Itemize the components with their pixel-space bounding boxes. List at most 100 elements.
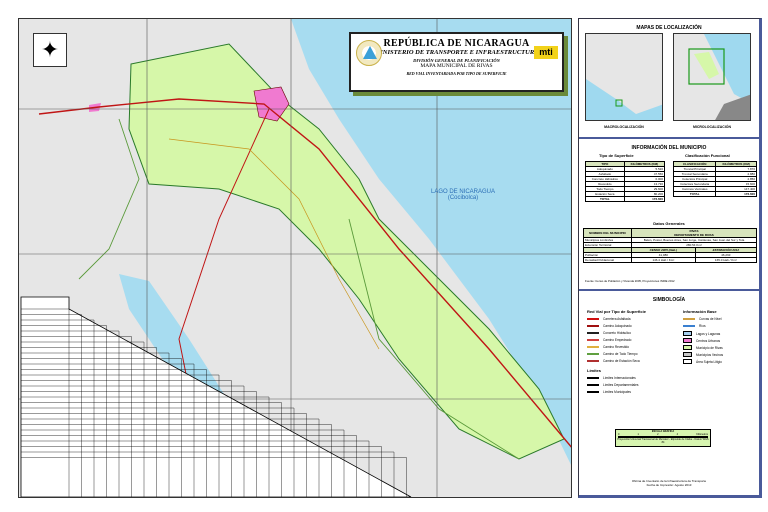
legend-label: Área Sujeta Litigio xyxy=(696,359,722,364)
legend-label: Municipio de Rivas xyxy=(696,345,723,350)
scale-unit: Kilómetros xyxy=(696,433,708,436)
line-swatch-icon xyxy=(587,339,599,341)
legend-item: Municipios Vecinos xyxy=(683,352,723,357)
municipal-map[interactable]: ✦ mti REPÚBLICA DE NICARAGUA MINISTERIO … xyxy=(18,18,572,498)
legend-label: Camino Empedrado xyxy=(603,338,632,342)
coat-of-arms-logo xyxy=(356,40,382,66)
line-swatch-icon xyxy=(587,353,599,355)
scale-bar: ESCALA GRÁFICA 0 1 2 4 Kilómetros Proyección… xyxy=(615,429,711,447)
scale-tick: 4 xyxy=(676,433,679,436)
legend-item: Centros Urbanos xyxy=(683,338,720,343)
north-arrow-icon: ✦ xyxy=(33,33,67,67)
general-table: NOMBRE DEL MUNICIPIO RIVAS DEPARTAMENTO DE… xyxy=(582,228,758,263)
legend-label: Curvas de Nivel xyxy=(699,317,722,321)
name-value: RIVAS DEPARTAMENTO DE RIVAS xyxy=(631,228,757,238)
legend-item: Camino Adoquinado xyxy=(587,324,632,328)
line-swatch-icon xyxy=(683,318,695,320)
lake-label: LAGO DE NICARAGUA (Cocibolca) xyxy=(431,189,495,201)
scale-tick: 0 xyxy=(618,433,620,436)
area-swatch-icon xyxy=(683,338,692,343)
mti-logo: mti xyxy=(534,46,558,59)
title-subtitle: RED VIAL INVENTARIADA POR TIPO DE SUPERF… xyxy=(406,71,507,76)
municipality-info: INFORMACIÓN DEL MUNICIPIO Tipo de Superf… xyxy=(579,139,759,291)
row-value: 176.600 xyxy=(715,191,757,197)
micro-caption: MICROLOCALIZACIÓN xyxy=(692,125,732,129)
density-2012: 165.0 Hab / Km² xyxy=(694,257,758,263)
surface-title: Tipo de Superficie xyxy=(599,153,634,158)
area-swatch-icon xyxy=(683,352,692,357)
legend-label: Camino de Todo Tiempo xyxy=(603,352,638,356)
legend-item: Camino Empedrado xyxy=(587,338,631,342)
legend-label: Ríos xyxy=(699,324,706,328)
legend-item: Lagos y Lagunas xyxy=(683,331,720,336)
info-title: INFORMACIÓN DEL MUNICIPIO xyxy=(631,145,707,151)
boundary-swatch-icon xyxy=(587,377,599,379)
legend-item: Camino Revestido xyxy=(587,345,629,349)
legend-item: Camino de Todo Tiempo xyxy=(587,352,638,356)
legend-label: Límites Departamentales xyxy=(603,383,639,387)
row-label: TOTAL xyxy=(672,191,717,197)
legend-label: Límites Municipales xyxy=(603,390,631,394)
name-label: NOMBRE DEL MUNICIPIO xyxy=(582,228,633,238)
surface-table: TIPO KILÓMETROS (KM) Adoquinado 5.520 Asfalt… xyxy=(585,161,666,202)
title-ministry: MINISTERIO DE TRANSPORTE E INFRAESTRUCTU… xyxy=(374,49,539,56)
table-row: TOTAL 176.600 xyxy=(585,196,666,202)
legend: SIMBOLOGÍA Red Vial por Tipo de Superfic… xyxy=(579,291,759,411)
line-swatch-icon xyxy=(587,346,599,348)
functional-table: CLASIFICACIÓN KILÓMETROS (KM) Troncal Prin… xyxy=(672,161,757,197)
title-map-name: MAPA MUNICIPAL DE RIVAS xyxy=(420,63,493,69)
line-swatch-icon xyxy=(587,332,599,334)
table-row: TOTAL 176.600 xyxy=(672,191,757,197)
legend-label: Camino de Estación Seca xyxy=(603,359,640,363)
row-label: TOTAL xyxy=(585,196,625,202)
legend-item: Ríos xyxy=(683,324,706,328)
line-swatch-icon xyxy=(683,325,695,327)
legend-label: Municipios Vecinos xyxy=(696,352,724,357)
legend-item: Carretera Asfaltada xyxy=(587,317,630,321)
micro-map xyxy=(673,33,751,121)
legend-label: Camino Revestido xyxy=(603,345,630,349)
scale-area: ESCALA GRÁFICA 0 1 2 4 Kilómetros Proyección… xyxy=(579,419,759,459)
legend-label: Límites Internacionales xyxy=(603,376,636,380)
macro-map xyxy=(585,33,663,121)
roads-legend-title: Red Vial por Tipo de Superficie xyxy=(587,309,646,314)
area-swatch-icon xyxy=(683,345,692,350)
line-swatch-icon xyxy=(587,318,599,320)
legend-title: SIMBOLOGÍA xyxy=(652,297,686,303)
functional-title: Clasificación Funcional xyxy=(685,153,730,158)
title-block: mti REPÚBLICA DE NICARAGUA MINISTERIO DE… xyxy=(349,32,564,92)
legend-label: Carretera Asfaltada xyxy=(603,317,631,321)
department: DEPARTAMENTO DE RIVAS xyxy=(674,233,714,237)
legend-item: Área Sujeta Litigio xyxy=(683,359,722,364)
legend-label: Concreto Hidráulico xyxy=(603,331,631,335)
legend-label: Lagos y Lagunas xyxy=(696,331,721,336)
scale-tick: 1 xyxy=(637,433,639,436)
legend-item: Límites Departamentales xyxy=(587,383,638,387)
line-swatch-icon xyxy=(587,325,599,327)
row-value: 176.600 xyxy=(623,196,666,202)
area-swatch-icon xyxy=(683,331,692,336)
general-title: Datos Generales xyxy=(653,221,685,226)
legend-item: Límites Internacionales xyxy=(587,376,636,380)
limits-legend-title: Límites xyxy=(587,368,602,373)
footer: Oficina de Inventario de la Infraestruct… xyxy=(579,479,759,487)
legend-item: Límites Municipales xyxy=(587,390,631,394)
legend-label: Camino Adoquinado xyxy=(603,324,632,328)
area-swatch-icon xyxy=(683,359,692,364)
base-legend-title: Información Base xyxy=(683,309,717,314)
title-country: REPÚBLICA DE NICARAGUA xyxy=(383,38,530,49)
boundary-swatch-icon xyxy=(587,384,599,386)
density-label: Densidad Poblacional xyxy=(582,257,633,263)
legend-item: Camino de Estación Seca xyxy=(587,359,640,363)
legend-item: Municipio de Rivas xyxy=(683,345,723,350)
density-2005: 146.4 Hab / Km² xyxy=(631,257,696,263)
footer-date: Fecha de Impresión: Agosto 2013 xyxy=(646,483,692,487)
line-swatch-icon xyxy=(587,360,599,362)
legend-item: Curvas de Nivel xyxy=(683,317,722,321)
info-panel: MAPAS DE LOCALIZACIÓN MACROLOCALIZACIÓN … xyxy=(578,18,762,498)
scale-tick: 2 xyxy=(657,433,659,436)
source-note: Fuente: Censo de Población y Vivienda 20… xyxy=(585,279,675,283)
location-maps: MAPAS DE LOCALIZACIÓN MACROLOCALIZACIÓN … xyxy=(579,19,759,139)
macro-caption: MACROLOCALIZACIÓN xyxy=(604,125,644,129)
neighbors-value: Belén, Potosí, Buenos Aires, San Jorge, … xyxy=(631,237,757,243)
